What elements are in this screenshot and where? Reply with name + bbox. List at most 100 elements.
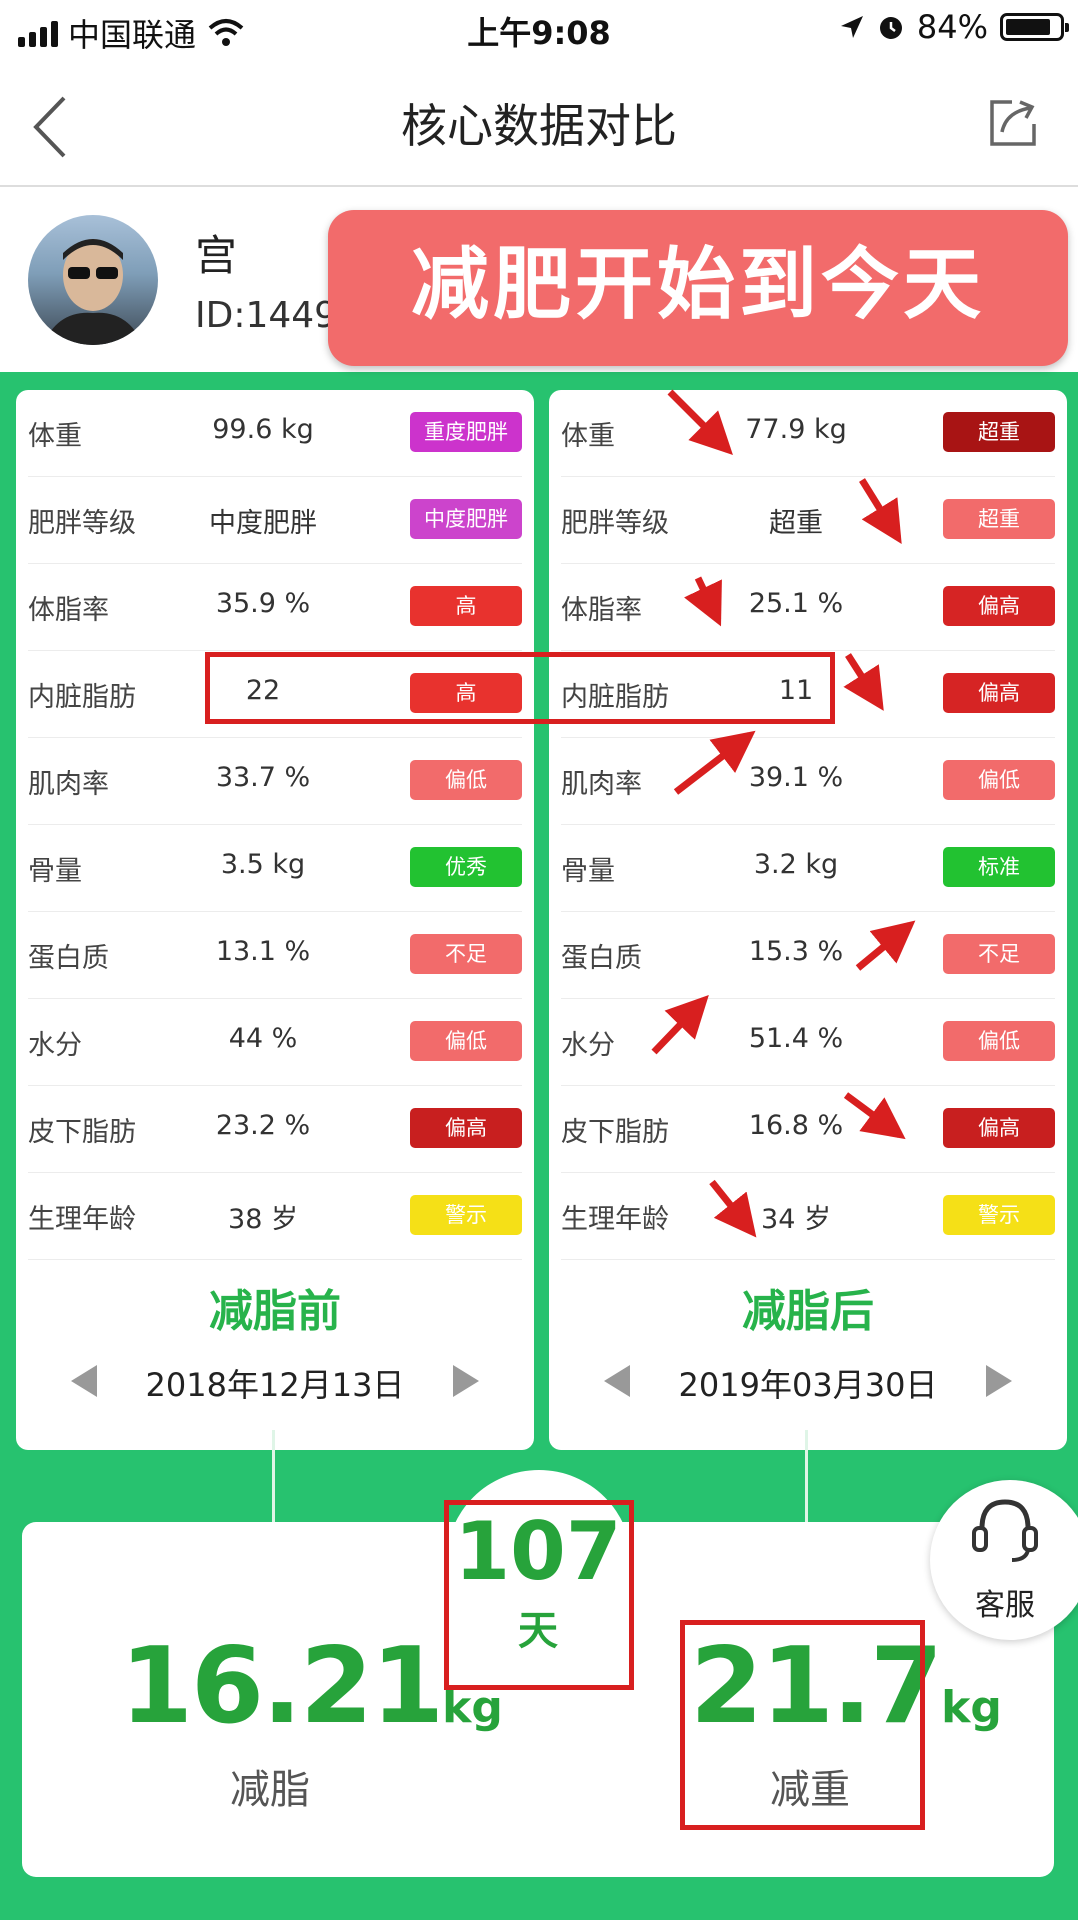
status-bar: 中国联通 上午9:08 84%	[0, 0, 1078, 60]
metric-label: 肌肉率	[28, 769, 109, 800]
status-badge: 偏低	[410, 1021, 522, 1061]
status-badge: 超重	[943, 412, 1055, 452]
metric-value: 13.1 %	[215, 936, 311, 967]
status-badge: 重度肥胖	[410, 412, 522, 452]
fat-loss-number: 16.21	[120, 1625, 444, 1747]
customer-service-label: 客服	[975, 1588, 1035, 1623]
annotation-box-visceral-fat	[205, 652, 835, 724]
before-phase-title: 减脂前	[209, 1286, 341, 1337]
metric-value: 25.1 %	[748, 588, 844, 619]
metric-label: 体脂率	[28, 595, 109, 626]
fat-loss-label: 减脂	[230, 1767, 310, 1813]
status-badge: 标准	[943, 847, 1055, 887]
metric-value: 51.4 %	[748, 1023, 844, 1054]
metric-row: 体重 77.9 kg 超重	[561, 390, 1055, 477]
metric-label: 蛋白质	[28, 943, 109, 974]
metric-value: 39.1 %	[748, 762, 844, 793]
metric-label: 水分	[561, 1030, 615, 1061]
status-badge: 超重	[943, 499, 1055, 539]
alarm-icon	[879, 17, 902, 39]
status-badge: 偏低	[410, 760, 522, 800]
location-icon	[840, 16, 863, 38]
metric-row: 生理年龄 38 岁 警示	[28, 1173, 522, 1260]
weight-loss-unit: kg	[941, 1682, 1002, 1733]
metric-row: 水分 51.4 % 偏低	[561, 999, 1055, 1086]
metric-row: 蛋白质 15.3 % 不足	[561, 912, 1055, 999]
status-badge: 中度肥胖	[410, 499, 522, 539]
status-badge: 警示	[943, 1195, 1055, 1235]
fat-loss-stat: 16.21kg 减脂	[120, 1625, 503, 1815]
before-panel: 体重 99.6 kg 重度肥胖肥胖等级 中度肥胖 中度肥胖体脂率 35.9 % 高内脏脂肪 2…	[16, 390, 534, 1450]
metric-value: 3.5 kg	[220, 849, 306, 880]
metric-row: 体脂率 35.9 % 高	[28, 564, 522, 651]
metric-label: 体重	[561, 421, 615, 452]
after-rows: 体重 77.9 kg 超重 肥胖等级 超重 超重 体脂率 25.1 % 偏高 内脏脂肪 11 偏高 肌肉…	[549, 390, 1067, 1260]
status-badge: 偏高	[410, 1108, 522, 1148]
metric-row: 肥胖等级 中度肥胖 中度肥胖	[28, 477, 522, 564]
metric-row: 肥胖等级 超重 超重	[561, 477, 1055, 564]
status-badge: 不足	[943, 934, 1055, 974]
metric-label: 骨量	[28, 856, 82, 887]
metric-row: 生理年龄 34 岁 警示	[561, 1173, 1055, 1260]
metric-value: 35.9 %	[215, 588, 311, 619]
customer-service-button[interactable]: 客服	[930, 1480, 1078, 1640]
metric-value: 16.8 %	[748, 1110, 844, 1141]
avatar[interactable]	[28, 215, 158, 345]
metric-row: 水分 44 % 偏低	[28, 999, 522, 1086]
status-badge: 偏高	[943, 673, 1055, 713]
avatar-image	[43, 239, 143, 345]
status-badge: 优秀	[410, 847, 522, 887]
metric-label: 肥胖等级	[28, 508, 136, 539]
metric-label: 内脏脂肪	[28, 682, 136, 713]
metric-row: 肌肉率 39.1 % 偏低	[561, 738, 1055, 825]
share-icon[interactable]	[982, 94, 1042, 154]
status-badge: 偏低	[943, 1021, 1055, 1061]
metric-value: 33.7 %	[215, 762, 311, 793]
metric-label: 肌肉率	[561, 769, 642, 800]
metric-label: 水分	[28, 1030, 82, 1061]
page-title: 核心数据对比	[401, 99, 677, 153]
metric-label: 皮下脂肪	[561, 1117, 669, 1148]
metric-label: 蛋白质	[561, 943, 642, 974]
metric-value: 3.2 kg	[753, 849, 839, 880]
metric-row: 皮下脂肪 16.8 % 偏高	[561, 1086, 1055, 1173]
metric-row: 骨量 3.2 kg 标准	[561, 825, 1055, 912]
metric-row: 肌肉率 33.7 % 偏低	[28, 738, 522, 825]
metric-value: 超重	[769, 508, 823, 539]
metric-row: 骨量 3.5 kg 优秀	[28, 825, 522, 912]
metric-value: 44 %	[228, 1023, 298, 1054]
status-badge: 偏高	[943, 1108, 1055, 1148]
metric-row: 体重 99.6 kg 重度肥胖	[28, 390, 522, 477]
metric-label: 生理年龄	[28, 1204, 136, 1235]
status-badge: 偏低	[943, 760, 1055, 800]
metric-label: 体重	[28, 421, 82, 452]
metric-row: 蛋白质 13.1 % 不足	[28, 912, 522, 999]
metric-value: 34 岁	[761, 1204, 831, 1235]
user-name: 宫	[195, 231, 238, 280]
metric-label: 皮下脂肪	[28, 1117, 136, 1148]
next-date-icon[interactable]	[986, 1365, 1012, 1397]
annotation-box-weight-loss	[680, 1620, 925, 1830]
after-phase-title: 减脂后	[742, 1286, 874, 1337]
before-rows: 体重 99.6 kg 重度肥胖肥胖等级 中度肥胖 中度肥胖体脂率 35.9 % 高内脏脂肪 2…	[16, 390, 534, 1260]
headset-icon	[972, 1499, 1038, 1562]
metric-label: 肥胖等级	[561, 508, 669, 539]
nav-bar: 核心数据对比	[0, 60, 1078, 187]
metric-value: 99.6 kg	[212, 414, 314, 445]
metric-label: 体脂率	[561, 595, 642, 626]
metric-value: 中度肥胖	[209, 508, 317, 539]
status-badge: 警示	[410, 1195, 522, 1235]
status-badge: 高	[410, 586, 522, 626]
next-date-icon[interactable]	[453, 1365, 479, 1397]
battery-percent: 84%	[916, 8, 988, 46]
metric-value: 23.2 %	[215, 1110, 311, 1141]
battery-icon	[1000, 13, 1069, 41]
status-badge: 不足	[410, 934, 522, 974]
metric-row: 体脂率 25.1 % 偏高	[561, 564, 1055, 651]
annotation-banner: 减肥开始到今天	[328, 210, 1068, 366]
status-right: 84%	[839, 8, 1069, 46]
annotation-box-days	[444, 1500, 634, 1690]
after-panel: 体重 77.9 kg 超重 肥胖等级 超重 超重 体脂率 25.1 % 偏高 内脏脂肪 11 偏高 肌肉…	[549, 390, 1067, 1450]
metric-label: 生理年龄	[561, 1204, 669, 1235]
status-badge: 偏高	[943, 586, 1055, 626]
